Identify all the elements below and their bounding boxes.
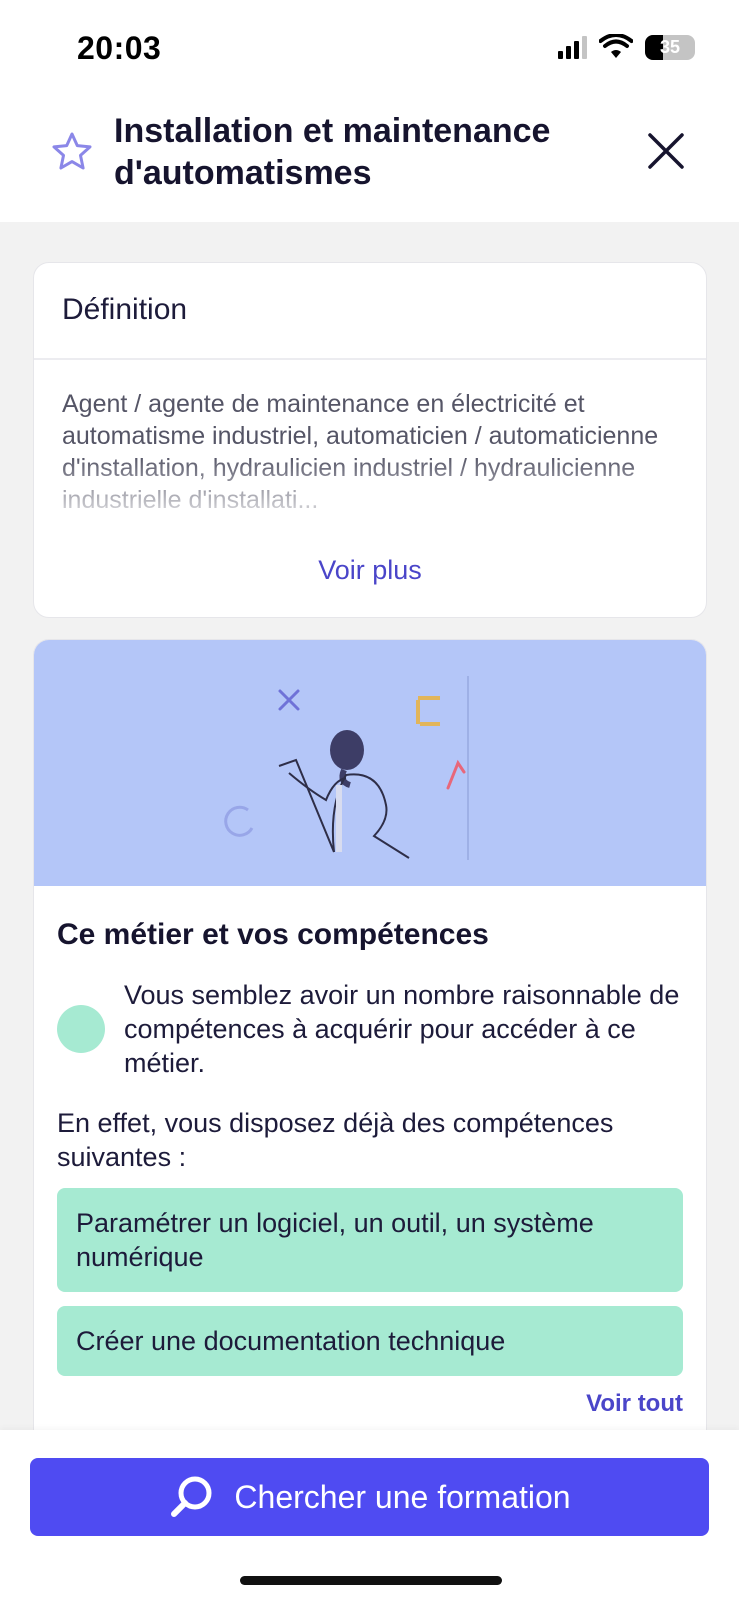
favorite-star-icon[interactable]	[50, 130, 94, 174]
definition-title: Définition	[34, 263, 706, 360]
skills-intro-text: En effet, vous disposez déjà des compéte…	[57, 1108, 614, 1172]
page-title: Installation et maintenance d'automatism…	[114, 112, 551, 192]
skill-item: Paramétrer un logiciel, un outil, un sys…	[57, 1188, 683, 1292]
close-icon[interactable]	[647, 132, 685, 170]
status-bar: 20:03 35	[0, 0, 739, 96]
cellular-signal-icon	[558, 35, 587, 59]
status-icons: 35	[558, 34, 695, 60]
skills-illustration	[34, 640, 706, 886]
status-indicator-dot	[57, 1005, 105, 1053]
definition-text-container: Agent / agente de maintenance en électri…	[34, 360, 706, 520]
definition-card: Définition Agent / agente de maintenance…	[33, 262, 707, 618]
page-header: Installation et maintenance d'automatism…	[0, 96, 739, 222]
home-indicator[interactable]	[240, 1576, 502, 1585]
bottom-bar: Chercher une formation	[0, 1430, 739, 1600]
search-training-button[interactable]: Chercher une formation	[30, 1458, 709, 1536]
battery-level: 35	[659, 36, 681, 57]
status-time: 20:03	[77, 30, 162, 66]
skills-status-row: Vous semblez avoir un nombre raisonnable…	[57, 978, 683, 1080]
skill-item: Créer une documentation technique	[57, 1306, 683, 1376]
skills-section-title: Ce métier et vos compétences	[57, 918, 489, 951]
see-all-link[interactable]: Voir tout	[57, 1390, 683, 1418]
definition-fade	[34, 456, 706, 520]
search-training-label: Chercher une formation	[234, 1478, 571, 1515]
battery-icon: 35	[645, 34, 695, 60]
wifi-icon	[599, 34, 633, 58]
person-illustration	[224, 676, 469, 860]
skills-status-text: Vous semblez avoir un nombre raisonnable…	[124, 980, 680, 1078]
skills-card: Ce métier et vos compétences Vous semble…	[33, 639, 707, 1439]
skills-body: Ce métier et vos compétences Vous semble…	[34, 918, 706, 1418]
search-icon	[171, 1476, 212, 1517]
see-more-link[interactable]: Voir plus	[34, 555, 706, 586]
